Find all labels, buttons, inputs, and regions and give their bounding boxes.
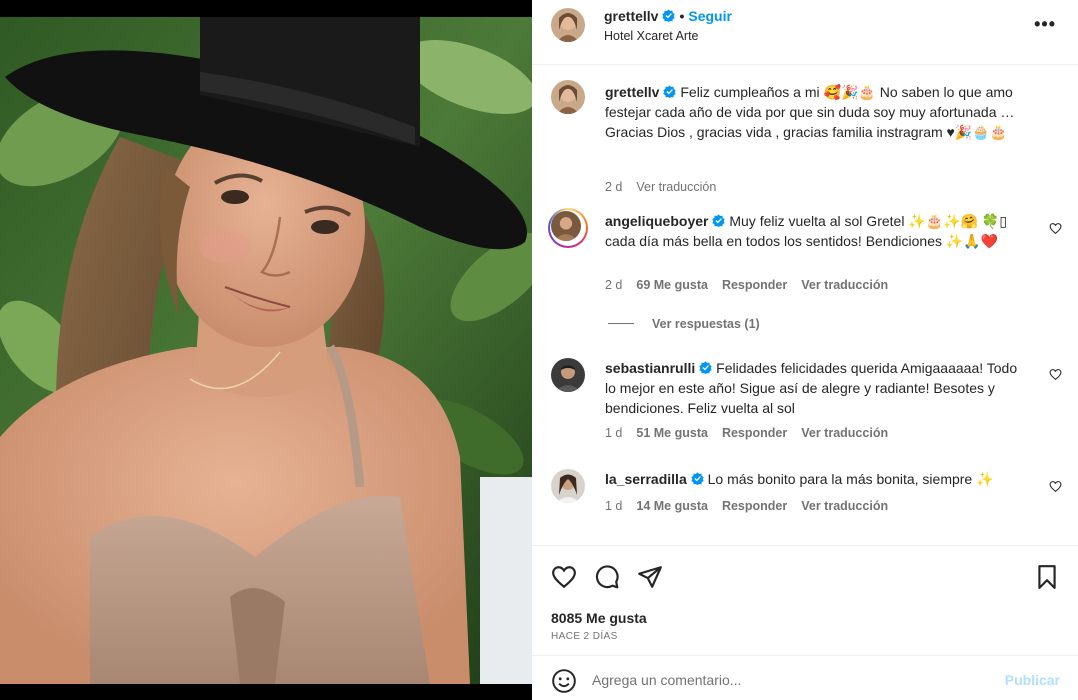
- comment-time: 2 d: [605, 180, 623, 194]
- location-link[interactable]: Hotel Xcaret Arte: [604, 29, 699, 43]
- avatar[interactable]: [551, 469, 585, 503]
- verified-badge-icon: [663, 85, 677, 98]
- translate-link[interactable]: Ver traducción: [801, 499, 888, 513]
- post-actions: 8085 Me gusta HACE 2 DÍAS Publicar: [532, 545, 1078, 700]
- verified-badge-icon: [691, 472, 704, 485]
- post-date: HACE 2 DÍAS: [551, 631, 618, 642]
- comment-time: 1 d: [605, 426, 623, 440]
- comment-body: angeliqueboyer Muy feliz vuelta al sol G…: [605, 211, 1025, 251]
- comment-likes[interactable]: 69 Me gusta: [636, 278, 708, 292]
- like-comment-heart-icon[interactable]: [1049, 222, 1062, 235]
- comment-username[interactable]: la_serradilla: [605, 471, 687, 487]
- comment-input[interactable]: [592, 668, 972, 692]
- post-side-panel: grettellv • Seguir Hotel Xcaret Arte ••• g…: [532, 0, 1078, 700]
- verified-badge-icon: [699, 361, 712, 374]
- translate-link[interactable]: Ver traducción: [801, 278, 888, 292]
- reply-button[interactable]: Responder: [722, 278, 787, 292]
- follow-button[interactable]: Seguir: [688, 8, 732, 24]
- avatar[interactable]: [551, 80, 585, 114]
- avatar[interactable]: [551, 211, 581, 241]
- comment-text: Lo más bonito para la más bonita, siempr…: [707, 471, 994, 487]
- comment-username[interactable]: grettellv: [605, 84, 659, 100]
- post-header: grettellv • Seguir Hotel Xcaret Arte •••: [532, 0, 1078, 65]
- emoji-icon[interactable]: [551, 668, 577, 694]
- comment-icon[interactable]: [594, 564, 620, 590]
- more-options-icon[interactable]: •••: [1034, 14, 1056, 35]
- story-ring[interactable]: [548, 208, 588, 248]
- post-author: grettellv • Seguir: [604, 8, 732, 24]
- reply-button[interactable]: Responder: [722, 426, 787, 440]
- like-comment-heart-icon[interactable]: [1049, 368, 1062, 381]
- username-link[interactable]: grettellv: [604, 8, 658, 24]
- view-replies-button[interactable]: Ver respuestas (1): [608, 317, 760, 331]
- verified-badge-icon: [662, 9, 676, 22]
- avatar[interactable]: [551, 358, 585, 392]
- reply-button[interactable]: Responder: [722, 499, 787, 513]
- publish-button[interactable]: Publicar: [1005, 672, 1060, 688]
- comment-time: 1 d: [605, 499, 623, 513]
- comment-body: sebastianrulli Felidades felicidades que…: [605, 358, 1025, 418]
- heart-icon[interactable]: [551, 564, 577, 590]
- comment-body: grettellv Feliz cumpleaños a mi 🥰🎉🎂 No s…: [605, 82, 1025, 142]
- replies-divider: [608, 323, 634, 324]
- avatar[interactable]: [551, 8, 585, 42]
- likes-count[interactable]: 8085 Me gusta: [551, 610, 647, 626]
- comment-username[interactable]: angeliqueboyer: [605, 213, 708, 229]
- comment-username[interactable]: sebastianrulli: [605, 360, 695, 376]
- comments-list[interactable]: grettellv Feliz cumpleaños a mi 🥰🎉🎂 No s…: [532, 66, 1078, 544]
- post-photo-area: [0, 0, 532, 700]
- like-comment-heart-icon[interactable]: [1049, 480, 1062, 493]
- translate-link[interactable]: Ver traducción: [636, 180, 716, 194]
- translate-link[interactable]: Ver traducción: [801, 426, 888, 440]
- post-image[interactable]: [0, 17, 532, 684]
- comment-body: la_serradilla Lo más bonito para la más …: [605, 469, 1025, 489]
- comment-meta: 2 d Ver traducción: [605, 180, 730, 194]
- comment-meta: 2 d 69 Me gusta Responder Ver traducción: [605, 278, 902, 292]
- share-icon[interactable]: [637, 564, 663, 590]
- comment-time: 2 d: [605, 278, 623, 292]
- comment-meta: 1 d 51 Me gusta Responder Ver traducción: [605, 426, 902, 440]
- instagram-post-viewer: grettellv • Seguir Hotel Xcaret Arte ••• g…: [0, 0, 1078, 700]
- comment-likes[interactable]: 14 Me gusta: [636, 499, 708, 513]
- separator: •: [679, 8, 685, 24]
- comment-meta: 1 d 14 Me gusta Responder Ver traducción: [605, 499, 902, 513]
- add-comment-bar: Publicar: [532, 655, 1078, 700]
- comment-likes[interactable]: 51 Me gusta: [636, 426, 708, 440]
- view-replies-label: Ver respuestas (1): [652, 317, 760, 331]
- verified-badge-icon: [712, 214, 726, 227]
- bookmark-icon[interactable]: [1034, 564, 1060, 590]
